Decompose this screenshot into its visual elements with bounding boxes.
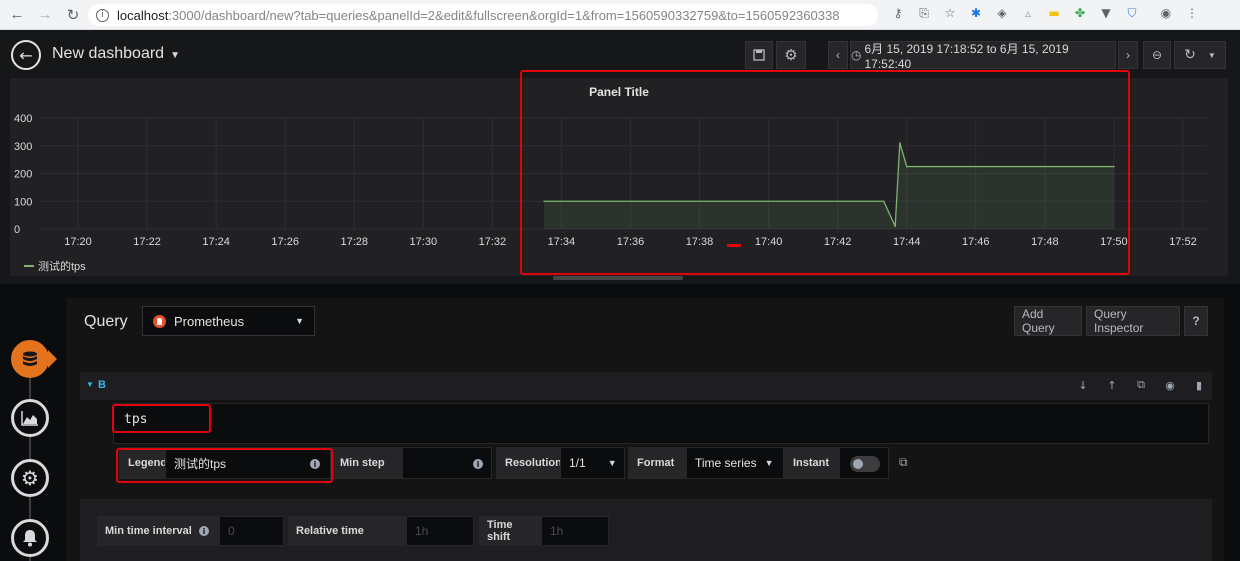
min-time-interval-input[interactable]: 0 bbox=[219, 516, 284, 546]
instant-label: Instant bbox=[784, 447, 839, 479]
help-button[interactable]: ? bbox=[1184, 306, 1208, 336]
query-row-header: ▼ B ↓ ↑ ⧉ ◉ ▮ bbox=[80, 372, 1212, 400]
format-label: Format bbox=[628, 447, 686, 479]
min-step-label: Min step bbox=[331, 447, 402, 479]
x-tick-label: 17:32 bbox=[479, 236, 507, 248]
legend-swatch bbox=[24, 265, 34, 267]
relative-time-placeholder: 1h bbox=[415, 524, 429, 538]
info-icon[interactable]: i bbox=[199, 526, 209, 536]
prometheus-icon bbox=[153, 314, 166, 328]
time-shift-input[interactable]: 1h bbox=[541, 516, 609, 546]
min-time-interval-label: Min time interval i bbox=[97, 516, 219, 546]
x-tick-label: 17:26 bbox=[271, 236, 299, 248]
caret-down-icon: ▼ bbox=[607, 458, 617, 468]
format-value: Time series bbox=[695, 456, 757, 470]
instant-toggle[interactable] bbox=[850, 456, 880, 472]
x-tick-label: 17:30 bbox=[410, 236, 438, 248]
relative-time-label: Relative time bbox=[288, 516, 406, 546]
collapse-caret-icon[interactable]: ▼ bbox=[86, 380, 94, 389]
external-link-icon[interactable]: ⧉ bbox=[899, 455, 908, 470]
highlight-box-legend bbox=[116, 448, 333, 483]
resolution-select[interactable]: 1/1 ▼ bbox=[560, 447, 625, 479]
min-time-interval-placeholder: 0 bbox=[228, 524, 235, 538]
trash-icon[interactable]: ▮ bbox=[1192, 378, 1206, 392]
y-tick-label: 400 bbox=[14, 113, 32, 125]
x-tick-label: 17:22 bbox=[133, 236, 161, 248]
format-select[interactable]: Time series ▼ bbox=[686, 447, 784, 479]
y-tick-label: 100 bbox=[14, 196, 32, 208]
relative-time-input[interactable]: 1h bbox=[406, 516, 474, 546]
eye-icon[interactable]: ◉ bbox=[1163, 378, 1177, 392]
queries-tab[interactable] bbox=[11, 340, 49, 378]
info-icon[interactable]: i bbox=[473, 459, 483, 469]
highlight-box-expression bbox=[112, 404, 211, 433]
chart-legend: 测试的tps bbox=[24, 258, 86, 274]
caret-down-icon: ▼ bbox=[764, 458, 774, 468]
highlight-dash bbox=[727, 244, 741, 247]
query-ref-id[interactable]: B bbox=[98, 379, 106, 391]
move-up-icon[interactable]: ↑ bbox=[1105, 378, 1119, 392]
min-time-interval-label-text: Min time interval bbox=[105, 525, 192, 537]
active-tab-pointer bbox=[48, 350, 57, 368]
area-chart-icon bbox=[21, 411, 38, 426]
move-down-icon[interactable]: ↓ bbox=[1076, 378, 1090, 392]
x-tick-label: 17:20 bbox=[64, 236, 92, 248]
bell-icon bbox=[23, 530, 37, 547]
min-step-input[interactable]: i bbox=[402, 447, 492, 479]
gear-icon: ⚙ bbox=[21, 466, 39, 490]
resolution-label: Resolution bbox=[496, 447, 562, 479]
panel-resize-handle[interactable] bbox=[553, 276, 683, 280]
query-row-actions: ↓ ↑ ⧉ ◉ ▮ bbox=[1076, 378, 1206, 392]
legend-series-label[interactable]: 测试的tps bbox=[38, 258, 86, 274]
alert-tab[interactable] bbox=[11, 519, 49, 557]
query-expression-editor[interactable]: tps bbox=[113, 403, 1209, 444]
time-shift-label: Time shift bbox=[479, 516, 541, 546]
duplicate-icon[interactable]: ⧉ bbox=[1134, 378, 1148, 392]
y-tick-label: 200 bbox=[14, 169, 32, 181]
x-tick-label: 17:24 bbox=[202, 236, 230, 248]
x-tick-label: 17:28 bbox=[340, 236, 368, 248]
database-icon bbox=[23, 351, 37, 366]
instant-switch-container bbox=[839, 447, 889, 479]
query-inspector-button[interactable]: Query Inspector bbox=[1086, 306, 1180, 336]
caret-down-icon: ▼ bbox=[295, 316, 304, 326]
visualization-tab[interactable] bbox=[11, 399, 49, 437]
general-tab[interactable]: ⚙ bbox=[11, 459, 49, 497]
datasource-name: Prometheus bbox=[174, 313, 245, 329]
resolution-value: 1/1 bbox=[569, 456, 586, 470]
y-tick-label: 300 bbox=[14, 141, 32, 153]
datasource-select[interactable]: Prometheus ▼ bbox=[142, 306, 315, 336]
time-shift-placeholder: 1h bbox=[550, 524, 564, 538]
x-tick-label: 17:52 bbox=[1169, 236, 1197, 248]
query-heading: Query bbox=[84, 313, 128, 330]
highlight-box-panel bbox=[520, 70, 1130, 275]
y-tick-label: 0 bbox=[14, 224, 20, 236]
add-query-button[interactable]: Add Query bbox=[1014, 306, 1082, 336]
